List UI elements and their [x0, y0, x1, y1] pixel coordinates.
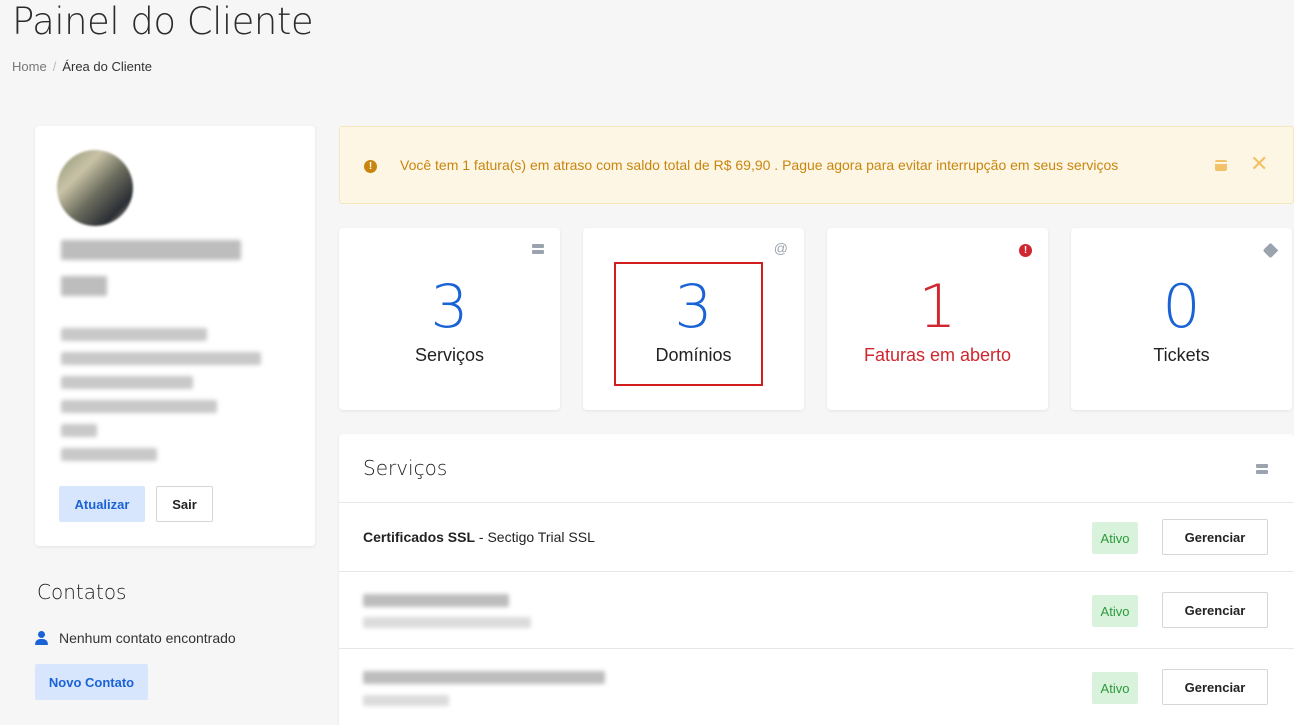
stat-tile-tickets[interactable]: 0 Tickets [1071, 228, 1292, 410]
status-badge: Ativo [1092, 595, 1138, 627]
status-badge: Ativo [1092, 672, 1138, 704]
service-row: Certificados SSL - Sectigo Trial SSL Ati… [339, 503, 1294, 572]
close-icon[interactable]: ✕ [1250, 153, 1268, 177]
redacted-company-name [61, 240, 241, 260]
stat-label: Tickets [1153, 345, 1210, 365]
services-panel: Serviços Certificados SSL - Sectigo Tria… [339, 434, 1294, 725]
stat-label: Faturas em aberto [863, 345, 1012, 365]
services-header: Serviços [339, 434, 1294, 503]
stat-tile-services[interactable]: 3 Serviços [339, 228, 560, 410]
redacted-address-line [61, 400, 217, 413]
contacts-empty: Nenhum contato encontrado [35, 630, 236, 646]
avatar [57, 150, 133, 226]
redacted-service-name [363, 594, 509, 607]
server-icon [1256, 464, 1268, 474]
redacted-address-line [61, 352, 261, 365]
manage-button[interactable]: Gerenciar [1162, 592, 1268, 628]
contacts-title: Contatos [37, 580, 127, 604]
wallet-icon[interactable] [1215, 160, 1227, 171]
manage-button[interactable]: Gerenciar [1162, 669, 1268, 705]
breadcrumb: Home / Área do Cliente [12, 59, 152, 74]
redacted-address-line [61, 376, 193, 389]
status-badge: Ativo [1092, 522, 1138, 554]
person-icon [35, 631, 49, 645]
tag-icon [1262, 242, 1279, 259]
stat-value: 3 [430, 272, 469, 342]
service-detail: - Sectigo Trial SSL [475, 529, 595, 545]
warning-icon: ! [364, 160, 377, 173]
highlight-box [614, 262, 763, 386]
redacted-address-line [61, 424, 97, 437]
logout-button[interactable]: Sair [156, 486, 213, 522]
stat-tile-invoices[interactable]: ! 1 Faturas em aberto [827, 228, 1048, 410]
redacted-service-name [363, 671, 605, 684]
service-row: Ativo Gerenciar [339, 572, 1294, 649]
stat-label: Serviços [414, 345, 485, 365]
overdue-invoice-alert: ! Você tem 1 fatura(s) em atraso com sal… [339, 126, 1294, 204]
profile-card: Atualizar Sair [35, 126, 315, 546]
new-contact-button[interactable]: Novo Contato [35, 664, 148, 700]
stat-value: 1 [918, 272, 957, 342]
manage-button[interactable]: Gerenciar [1162, 519, 1268, 555]
server-icon [532, 244, 544, 254]
page-title: Painel do Cliente [12, 0, 314, 43]
service-row: Ativo Gerenciar [339, 649, 1294, 725]
service-name: Certificados SSL - Sectigo Trial SSL [363, 529, 595, 545]
redacted-company-name-line2 [61, 276, 107, 296]
stat-value: 0 [1162, 272, 1201, 342]
contacts-empty-text: Nenhum contato encontrado [59, 630, 236, 646]
breadcrumb-home[interactable]: Home [12, 59, 47, 74]
services-title: Serviços [363, 456, 448, 480]
breadcrumb-separator: / [52, 59, 57, 74]
redacted-service-domain [363, 695, 449, 706]
redacted-address-line [61, 448, 157, 461]
exclamation-icon: ! [1019, 244, 1032, 257]
redacted-address-line [61, 328, 207, 341]
alert-message: Você tem 1 fatura(s) em atraso com saldo… [400, 157, 1119, 173]
update-button[interactable]: Atualizar [59, 486, 145, 522]
at-icon: @ [773, 240, 788, 256]
redacted-service-domain [363, 617, 531, 628]
service-product: Certificados SSL [363, 529, 476, 545]
breadcrumb-current: Área do Cliente [62, 59, 152, 74]
